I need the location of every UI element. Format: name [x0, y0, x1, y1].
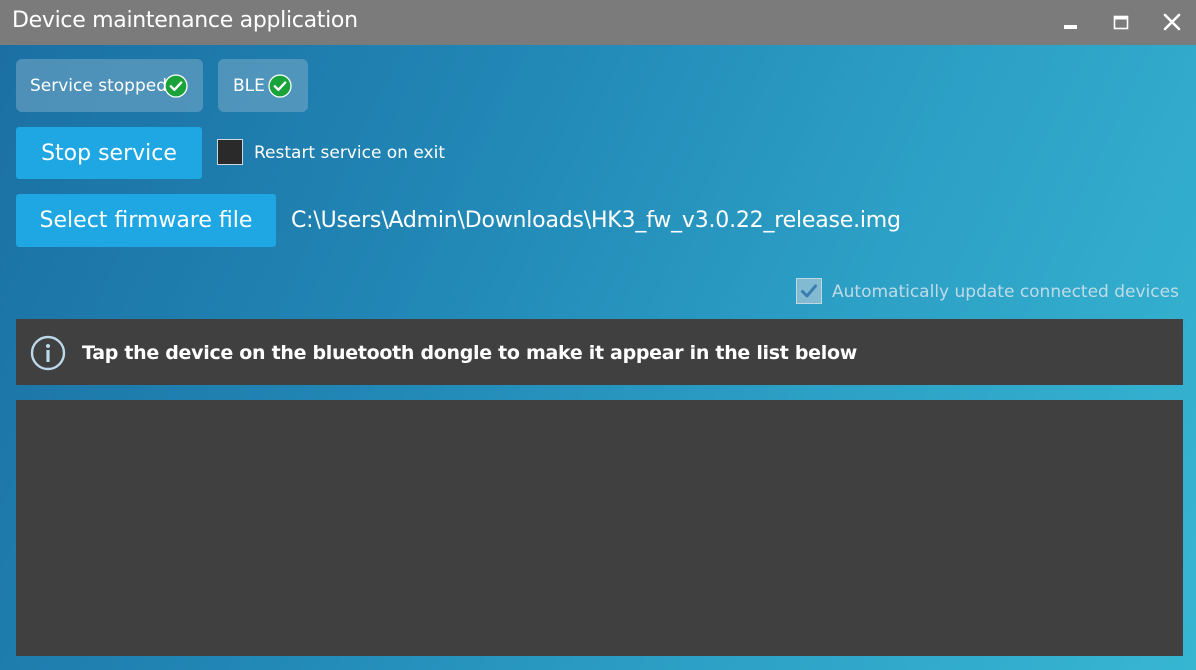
check-circle-icon [268, 74, 292, 98]
firmware-path: C:\Users\Admin\Downloads\HK3_fw_v3.0.22_… [291, 208, 901, 233]
window-title: Device maintenance application [12, 8, 358, 33]
stop-service-button[interactable]: Stop service [16, 127, 202, 179]
close-icon [1163, 13, 1181, 31]
minimize-button[interactable] [1053, 6, 1087, 38]
restart-on-exit-label[interactable]: Restart service on exit [254, 143, 445, 163]
maximize-button[interactable] [1103, 6, 1137, 38]
service-status-badge: Service stopped [16, 59, 203, 112]
check-circle-icon [164, 74, 188, 98]
checkmark-icon [801, 284, 817, 298]
auto-update-checkbox[interactable] [796, 278, 822, 304]
restart-on-exit-checkbox[interactable] [217, 139, 243, 165]
service-status-label: Service stopped [30, 76, 167, 96]
ble-status-label: BLE [233, 76, 265, 96]
minimize-icon [1064, 25, 1077, 29]
info-message: Tap the device on the bluetooth dongle t… [82, 342, 857, 364]
info-icon [30, 335, 66, 371]
device-list[interactable] [16, 400, 1183, 656]
close-button[interactable] [1154, 6, 1188, 38]
ble-status-badge: BLE [218, 59, 308, 112]
auto-update-label[interactable]: Automatically update connected devices [832, 282, 1179, 302]
maximize-icon [1113, 15, 1129, 30]
main-window: Device maintenance application Service s… [0, 0, 1196, 670]
info-banner: Tap the device on the bluetooth dongle t… [16, 319, 1183, 385]
select-firmware-button[interactable]: Select firmware file [16, 194, 276, 247]
title-bar[interactable]: Device maintenance application [0, 0, 1196, 45]
